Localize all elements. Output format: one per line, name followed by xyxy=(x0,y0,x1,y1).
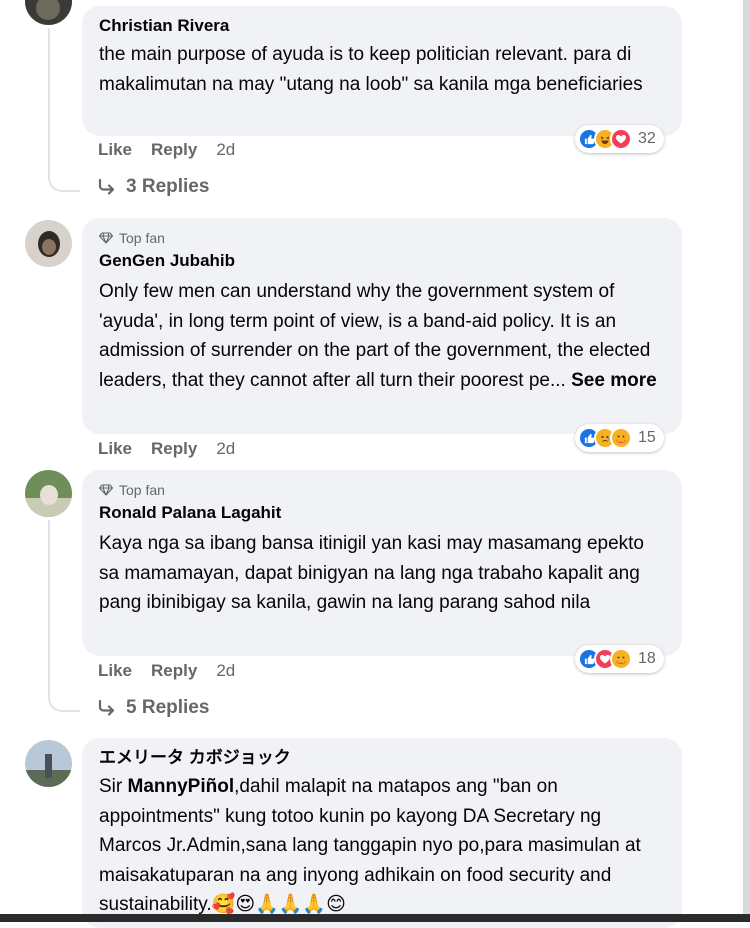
care-reaction-icon xyxy=(610,648,632,670)
care-reaction-icon xyxy=(610,427,632,449)
view-replies-button[interactable]: 5 Replies xyxy=(98,697,209,719)
comment-timestamp[interactable]: 2d xyxy=(216,439,235,459)
comment-text: the main purpose of ayuda is to keep pol… xyxy=(99,44,643,95)
avatar[interactable] xyxy=(25,220,72,267)
reaction-count: 15 xyxy=(638,429,656,446)
comment-bubble: Christian Rivera the main purpose of ayu… xyxy=(82,6,682,136)
reply-button[interactable]: Reply xyxy=(151,439,197,459)
comment-bubble: Top fan Ronald Palana Lagahit Kaya nga s… xyxy=(82,470,682,656)
see-more-link[interactable]: See more xyxy=(571,370,657,391)
reply-button[interactable]: Reply xyxy=(151,661,197,681)
comment-text: Kaya nga sa ibang bansa itinigil yan kas… xyxy=(99,533,644,613)
avatar[interactable] xyxy=(25,740,72,787)
avatar[interactable] xyxy=(25,0,72,25)
replies-count-label[interactable]: 3 Replies xyxy=(126,176,209,198)
reaction-count: 32 xyxy=(638,130,656,147)
reaction-summary[interactable]: 15 xyxy=(575,424,664,452)
reply-thread-line xyxy=(48,28,50,180)
comment-text: Only few men can understand why the gove… xyxy=(99,277,666,395)
diamond-icon xyxy=(99,232,113,244)
love-reaction-icon xyxy=(610,128,632,150)
comment-timestamp[interactable]: 2d xyxy=(216,140,235,160)
reply-thread-line xyxy=(48,520,50,694)
comment-timestamp[interactable]: 2d xyxy=(216,661,235,681)
comment-actions: Like Reply 2d xyxy=(98,661,254,681)
reply-arrow-icon xyxy=(98,700,116,716)
top-fan-badge: Top fan xyxy=(99,479,666,501)
comment-actions: Like Reply 2d xyxy=(98,439,254,459)
diamond-icon xyxy=(99,484,113,496)
like-button[interactable]: Like xyxy=(98,661,132,681)
emoji-sequence: 🥰😍🙏🙏🙏😊 xyxy=(211,894,346,915)
comment-bubble: エメリータ カボジョック Sir MannyPiñol,dahil malapi… xyxy=(82,738,682,928)
reaction-summary[interactable]: 18 xyxy=(575,645,664,673)
like-button[interactable]: Like xyxy=(98,439,132,459)
reaction-summary[interactable]: 32 xyxy=(575,125,664,153)
comment-author-name[interactable]: エメリータ カボジョック xyxy=(99,746,666,770)
top-fan-label: Top fan xyxy=(119,482,165,498)
like-button[interactable]: Like xyxy=(98,140,132,160)
right-frame-border xyxy=(743,0,750,922)
comment-bubble: Top fan GenGen Jubahib Only few men can … xyxy=(82,218,682,434)
view-replies-button[interactable]: 3 Replies xyxy=(98,176,209,198)
mention-link[interactable]: MannyPiñol xyxy=(128,776,235,797)
reply-thread-curve xyxy=(48,686,80,712)
reply-thread-curve xyxy=(48,168,80,192)
top-fan-badge: Top fan xyxy=(99,227,666,249)
replies-count-label[interactable]: 5 Replies xyxy=(126,697,209,719)
taskbar-edge xyxy=(0,914,750,922)
comment-author-name[interactable]: Ronald Palana Lagahit xyxy=(99,501,666,525)
top-fan-label: Top fan xyxy=(119,230,165,246)
avatar[interactable] xyxy=(25,470,72,517)
reaction-count: 18 xyxy=(638,650,656,667)
comment-text: Sir MannyPiñol,dahil malapit na matapos … xyxy=(99,772,666,920)
comment-text-prefix: Sir xyxy=(99,776,128,797)
comment-text-body: Only few men can understand why the gove… xyxy=(99,281,651,391)
reply-arrow-icon xyxy=(98,179,116,195)
reply-button[interactable]: Reply xyxy=(151,140,197,160)
comment-actions: Like Reply 2d xyxy=(98,140,254,160)
comment-author-name[interactable]: GenGen Jubahib xyxy=(99,249,666,273)
comment-author-name[interactable]: Christian Rivera xyxy=(99,14,666,38)
